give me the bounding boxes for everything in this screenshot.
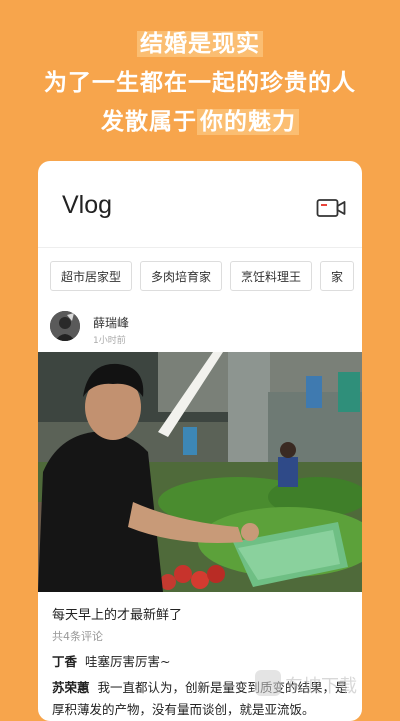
comment-author[interactable]: 丁香 <box>52 654 77 669</box>
tag-supermarket[interactable]: 超市居家型 <box>50 261 133 291</box>
hero-line-1-text: 结婚是现实 <box>137 31 263 57</box>
hero-line-3-prefix: 发散属于 <box>101 109 197 135</box>
tag-home[interactable]: 家 <box>320 261 355 291</box>
page-title: Vlog <box>62 191 113 219</box>
post-time: 1小时前 <box>93 336 126 346</box>
hero-line-1: 结婚是现实 <box>0 26 400 63</box>
watermark: 东坡下载 <box>255 668 395 708</box>
comment-text: 哇塞厉害厉害~ <box>85 654 171 669</box>
hero-line-2: 为了一生都在一起的珍贵的人 <box>44 70 356 96</box>
tag-succulent[interactable]: 多肉培育家 <box>140 261 223 291</box>
hero-line-3: 发散属于 你的魅力 <box>0 104 400 141</box>
author-name[interactable]: 薛瑞峰 <box>93 314 129 331</box>
post-photo[interactable] <box>38 352 362 592</box>
watermark-logo-icon <box>255 670 281 696</box>
comment-count[interactable]: 共4条评论 <box>52 628 103 644</box>
avatar[interactable] <box>50 311 80 341</box>
video-camera-icon[interactable] <box>316 197 346 219</box>
tag-cooking[interactable]: 烹饪料理王 <box>230 261 313 291</box>
post-caption: 每天早上的才最新鲜了 <box>52 608 183 623</box>
comment-item: 丁香 哇塞厉害厉害~ <box>52 651 171 670</box>
watermark-text: 东坡下载 <box>285 676 357 697</box>
category-tabs: 超市居家型 多肉培育家 烹饪料理王家 <box>50 261 362 291</box>
vlog-card: Vlog 超市居家型 多肉培育家 烹饪料理王家 薛瑞峰 1小时前 每天早上的才最… <box>38 161 362 721</box>
hero-line-3-highlight: 你的魅力 <box>197 109 299 135</box>
comment-author[interactable]: 苏荣蕙 <box>52 680 90 695</box>
card-header: Vlog <box>38 161 362 248</box>
